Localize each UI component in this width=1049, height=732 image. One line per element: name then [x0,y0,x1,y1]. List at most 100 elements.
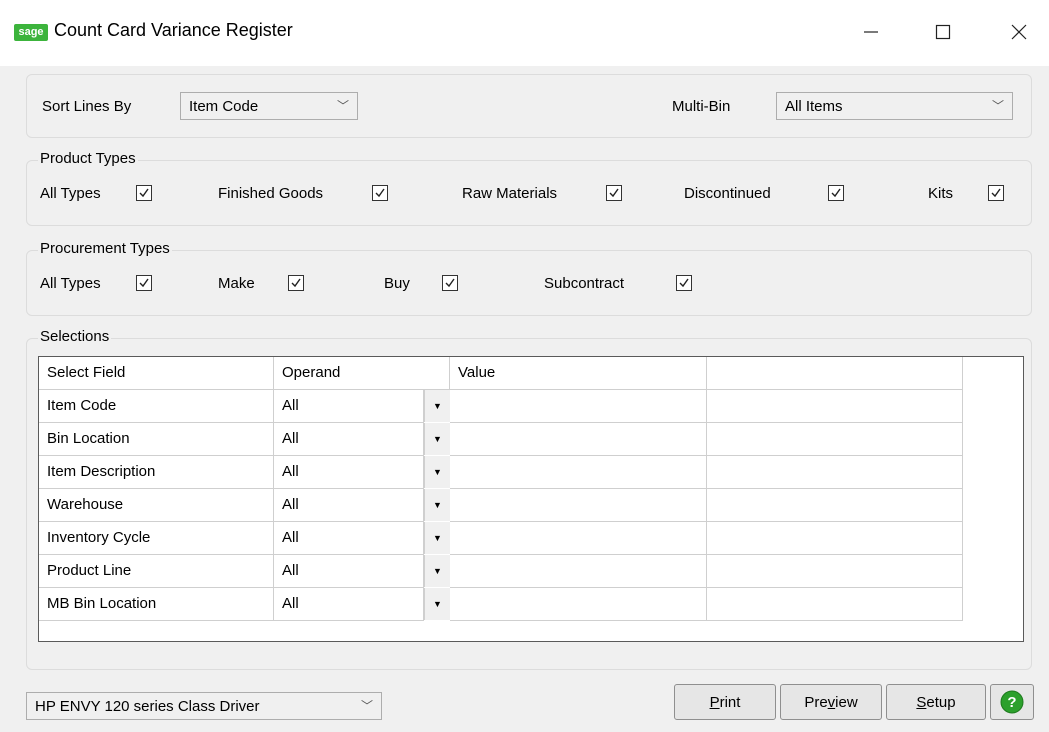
sort-lines-value: Item Code [189,98,259,115]
maximize-button[interactable] [918,12,968,52]
buy-checkbox[interactable] [442,275,458,291]
close-button[interactable] [994,12,1044,52]
row-operand[interactable]: All [274,423,424,456]
row-value-cell[interactable] [450,489,707,522]
product-types-legend: Product Types [38,150,138,167]
svg-text:?: ? [1007,694,1016,711]
setup-button[interactable]: Setup [886,684,986,720]
dropdown-arrow-icon[interactable]: ▼ [424,588,450,620]
sort-lines-select[interactable]: Item Code ﹀ [180,92,358,120]
finished-goods-checkbox[interactable] [372,185,388,201]
row-extra-cell [707,555,963,588]
column-header-operand[interactable]: Operand [274,357,450,390]
check-icon [291,278,301,288]
row-value-cell[interactable] [450,588,707,621]
print-label-mnemonic: P [709,693,720,711]
print-label-post: rint [719,693,741,711]
raw-materials-checkbox[interactable] [606,185,622,201]
check-icon [609,188,619,198]
check-icon [139,278,149,288]
check-icon [991,188,1001,198]
multibin-select[interactable]: All Items ﹀ [776,92,1013,120]
preview-button[interactable]: Pre v iew [780,684,882,720]
setup-label-post: etup [926,693,956,711]
maximize-icon [935,24,951,40]
preview-label-post: iew [835,693,858,711]
row-field-label: Item Description [39,456,274,489]
row-extra-cell [707,456,963,489]
dropdown-arrow-icon[interactable]: ▼ [424,390,450,422]
row-operand[interactable]: All [274,489,424,522]
column-header-select-field[interactable]: Select Field [39,357,274,390]
row-field-label: Bin Location [39,423,274,456]
print-button[interactable]: Print [674,684,776,720]
check-icon [139,188,149,198]
row-operand[interactable]: All [274,555,424,588]
kits-checkbox[interactable] [988,185,1004,201]
row-extra-cell [707,489,963,522]
help-button[interactable]: ? [990,684,1034,720]
row-field-label: Item Code [39,390,274,423]
row-extra-cell [707,423,963,456]
row-extra-cell [707,522,963,555]
subcontract-label: Subcontract [544,275,625,292]
check-icon [679,278,689,288]
dropdown-arrow-icon[interactable]: ▼ [424,555,450,587]
row-value-cell[interactable] [450,390,707,423]
procurement-types-legend: Procurement Types [38,240,172,257]
finished-goods-label: Finished Goods [218,185,324,202]
check-icon [375,188,385,198]
make-checkbox[interactable] [288,275,304,291]
setup-label-mnemonic: S [916,693,927,711]
column-header-value[interactable]: Value [450,357,707,390]
row-value-cell[interactable] [450,423,707,456]
row-operand[interactable]: All [274,456,424,489]
selections-grid: Select Field Operand Value Item Code All… [38,356,1024,642]
procurement-all-types-checkbox[interactable] [136,275,152,291]
printer-value: HP ENVY 120 series Class Driver [35,698,260,715]
row-field-label: Product Line [39,555,274,588]
make-label: Make [218,275,255,292]
product-all-types-checkbox[interactable] [136,185,152,201]
check-icon [445,278,455,288]
dropdown-arrow-icon[interactable]: ▼ [424,522,450,554]
row-value-cell[interactable] [450,456,707,489]
dropdown-arrow-icon[interactable]: ▼ [424,489,450,521]
row-value-cell[interactable] [450,522,707,555]
column-header-extra[interactable] [707,357,963,390]
multibin-label: Multi-Bin [672,98,731,115]
row-field-label: Inventory Cycle [39,522,274,555]
minimize-button[interactable] [846,12,896,52]
row-value-cell[interactable] [450,555,707,588]
product-all-types-label: All Types [40,185,101,202]
multibin-value: All Items [785,98,843,115]
check-icon [831,188,841,198]
buy-label: Buy [384,275,410,292]
row-extra-cell [707,588,963,621]
selections-legend: Selections [38,328,112,345]
minimize-icon [864,31,878,33]
dropdown-arrow-icon[interactable]: ▼ [424,423,450,455]
chevron-down-icon: ﹀ [991,99,1004,113]
window-title: Count Card Variance Register [54,20,293,40]
sort-lines-label: Sort Lines By [42,98,132,115]
sage-logo: sage [14,24,48,41]
subcontract-checkbox[interactable] [676,275,692,291]
dropdown-arrow-icon[interactable]: ▼ [424,456,450,488]
discontinued-checkbox[interactable] [828,185,844,201]
row-field-label: MB Bin Location [39,588,274,621]
help-icon: ? [1000,690,1024,714]
raw-materials-label: Raw Materials [462,185,558,202]
procurement-all-types-label: All Types [40,275,101,292]
row-operand[interactable]: All [274,588,424,621]
discontinued-label: Discontinued [684,185,771,202]
title-bar: sage Count Card Variance Register [0,0,1049,66]
row-field-label: Warehouse [39,489,274,522]
row-operand[interactable]: All [274,390,424,423]
preview-label-pre: Pre [804,693,828,711]
chevron-down-icon: ﹀ [336,99,349,113]
preview-label-mnemonic: v [827,693,836,711]
row-operand[interactable]: All [274,522,424,555]
row-extra-cell [707,390,963,423]
printer-select[interactable]: HP ENVY 120 series Class Driver ﹀ [26,692,382,720]
